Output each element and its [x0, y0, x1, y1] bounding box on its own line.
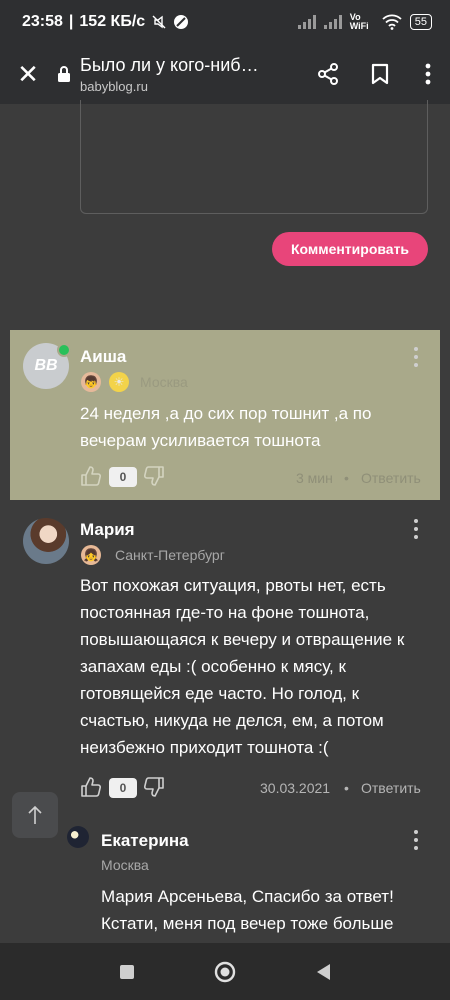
share-button[interactable]: [302, 63, 354, 85]
comment-submit-button[interactable]: Комментировать: [272, 232, 428, 266]
home-icon[interactable]: [213, 960, 237, 984]
more-vertical-icon[interactable]: [411, 347, 421, 367]
like-count: 0: [109, 778, 137, 798]
comment-date: 3 мин: [296, 470, 333, 486]
signal-icon: [323, 15, 342, 29]
page-title-area[interactable]: Было ли у кого-ниб… babyblog.ru: [80, 55, 302, 94]
like-icon[interactable]: [80, 776, 102, 798]
comment-date: 30.03.2021: [260, 780, 331, 796]
avatar[interactable]: [23, 518, 69, 564]
signal-icon: [297, 15, 316, 29]
arrow-up-icon: [28, 805, 42, 824]
comment-author[interactable]: Екатерина: [101, 831, 189, 851]
comment-author[interactable]: Аиша: [80, 347, 126, 367]
status-time: 23:58: [22, 13, 63, 30]
reply-link[interactable]: Ответить: [361, 470, 421, 486]
close-icon[interactable]: ✕: [0, 59, 56, 90]
comment-author[interactable]: Мария: [80, 520, 135, 540]
bookmark-icon: [371, 63, 389, 85]
comment-city: Москва: [101, 857, 149, 873]
share-icon: [318, 63, 338, 85]
comment-text: 24 неделя ,а до сих пор тошнит ,а по веч…: [80, 404, 372, 450]
meta-separator: •: [344, 780, 349, 796]
system-nav-bar: [0, 943, 450, 1000]
battery-icon: 55: [409, 14, 432, 30]
dislike-icon[interactable]: [143, 465, 165, 487]
vowifi-label: Vo WiFi: [349, 12, 369, 31]
reply-link[interactable]: Ответить: [361, 780, 421, 796]
comment-city: Москва: [140, 374, 188, 390]
like-count: 0: [109, 467, 137, 487]
online-status-dot: [57, 343, 71, 357]
avatar[interactable]: [67, 826, 89, 848]
lock-icon: [58, 66, 70, 82]
dislike-icon[interactable]: [143, 776, 165, 798]
child-badge-icon: 👧: [81, 545, 101, 565]
no-entry-icon: [174, 15, 189, 29]
more-vertical-icon: [425, 63, 431, 85]
comment-text: Вот похожая ситуация, рвоты нет, есть по…: [80, 576, 405, 757]
status-speed: 152 КБ/с: [79, 13, 146, 30]
sun-badge-icon: ☀: [109, 372, 129, 392]
child-badge-icon: 👦: [81, 372, 101, 392]
more-vertical-icon[interactable]: [411, 519, 421, 539]
more-menu-button[interactable]: [406, 63, 450, 85]
comment-city: Санкт-Петербург: [115, 547, 225, 563]
wifi-icon: [382, 14, 402, 30]
back-icon[interactable]: [314, 962, 332, 982]
more-vertical-icon[interactable]: [411, 830, 421, 850]
mute-icon: [152, 15, 166, 29]
bookmark-button[interactable]: [354, 63, 406, 85]
comment-textarea[interactable]: [80, 100, 428, 214]
page-title: Было ли у кого-ниб…: [80, 54, 259, 75]
page-url: babyblog.ru: [80, 78, 148, 94]
browser-toolbar: ✕ Было ли у кого-ниб… babyblog.ru: [0, 44, 450, 104]
comment-text: Мария Арсеньева, Спасибо за ответ! Кстат…: [101, 887, 394, 933]
status-bar: 23:58 | 152 КБ/с Vo WiFi 55: [0, 0, 450, 44]
like-icon[interactable]: [80, 465, 102, 487]
scroll-to-top-button[interactable]: [12, 792, 58, 838]
recents-icon[interactable]: [118, 963, 136, 981]
